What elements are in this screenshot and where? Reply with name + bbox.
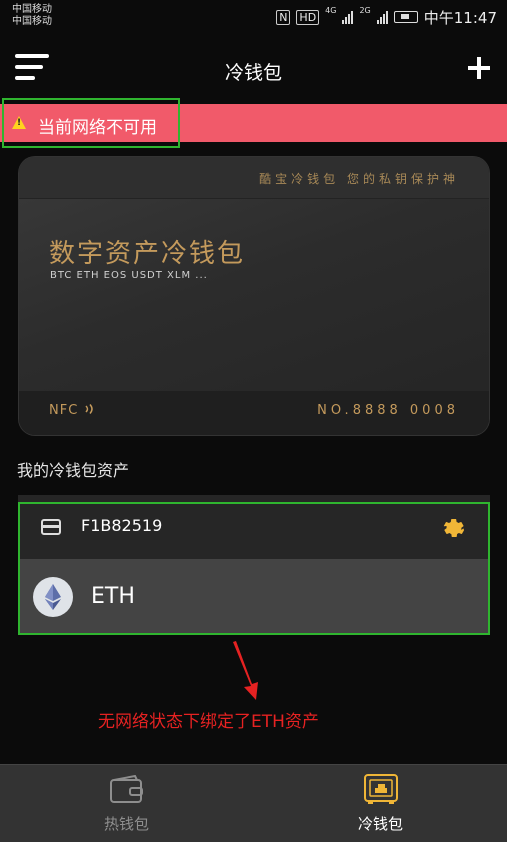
card-title: 数字资产冷钱包 <box>49 239 246 269</box>
tab-cold-wallet[interactable]: 冷钱包 <box>254 765 507 842</box>
safe-icon <box>364 774 398 804</box>
ethereum-icon <box>33 577 73 617</box>
network-4g-label: 4G <box>325 6 337 15</box>
asset-row-eth[interactable]: ETH <box>18 559 490 634</box>
card-supported-coins: BTC ETH EOS USDT XLM ... <box>50 270 208 281</box>
card-icon <box>41 519 61 535</box>
annotation-text: 无网络状态下绑定了ETH资产 <box>98 712 319 732</box>
page-title: 冷钱包 <box>224 62 282 84</box>
nfc-waves-icon <box>85 404 94 414</box>
gear-icon[interactable] <box>442 515 466 539</box>
app-header: 冷钱包 <box>0 34 507 102</box>
tab-label: 冷钱包 <box>357 815 403 833</box>
signal-icon <box>376 10 388 24</box>
nfc-label: NFC <box>49 403 79 418</box>
annotation-arrow-icon <box>233 641 258 700</box>
network-unavailable-banner: 当前网络不可用 <box>0 104 507 142</box>
banner-text: 当前网络不可用 <box>38 118 157 138</box>
battery-icon <box>393 11 418 23</box>
tab-hot-wallet[interactable]: 热钱包 <box>0 765 253 842</box>
card-slogan: 酷宝冷钱包 您的私钥保护神 <box>259 172 459 186</box>
section-label: 我的冷钱包资产 <box>17 461 130 480</box>
tab-label: 热钱包 <box>103 815 149 833</box>
signal-icon <box>342 10 354 24</box>
hd-icon: HD <box>296 9 320 25</box>
status-time: 中午11:47 <box>423 8 497 27</box>
status-bar: 中国移动 中国移动 N HD 4G 2G 中午11:47 <box>0 0 507 34</box>
nfc-status-icon: N <box>276 9 291 25</box>
card-bottom-band: NFC NO.8888 0008 <box>19 391 489 435</box>
wallet-header[interactable]: F1B82519 <box>18 495 490 559</box>
card-nfc-label: NFC <box>49 403 99 418</box>
wallet-assets-panel: F1B82519 ETH <box>18 495 490 634</box>
asset-name: ETH <box>91 584 135 609</box>
wallet-id: F1B82519 <box>81 516 163 535</box>
warning-icon <box>12 116 26 129</box>
plus-icon[interactable] <box>468 57 490 79</box>
card-number: NO.8888 0008 <box>317 403 459 418</box>
wallet-icon <box>110 775 143 803</box>
carrier-1: 中国移动 <box>12 4 52 15</box>
carrier-2: 中国移动 <box>12 16 52 27</box>
cold-wallet-card[interactable]: 酷宝冷钱包 您的私钥保护神 数字资产冷钱包 BTC ETH EOS USDT X… <box>19 157 489 435</box>
network-2g-label: 2G <box>359 6 371 15</box>
card-top-band: 酷宝冷钱包 您的私钥保护神 <box>19 157 489 199</box>
bottom-tab-bar: 热钱包 冷钱包 <box>0 764 507 842</box>
